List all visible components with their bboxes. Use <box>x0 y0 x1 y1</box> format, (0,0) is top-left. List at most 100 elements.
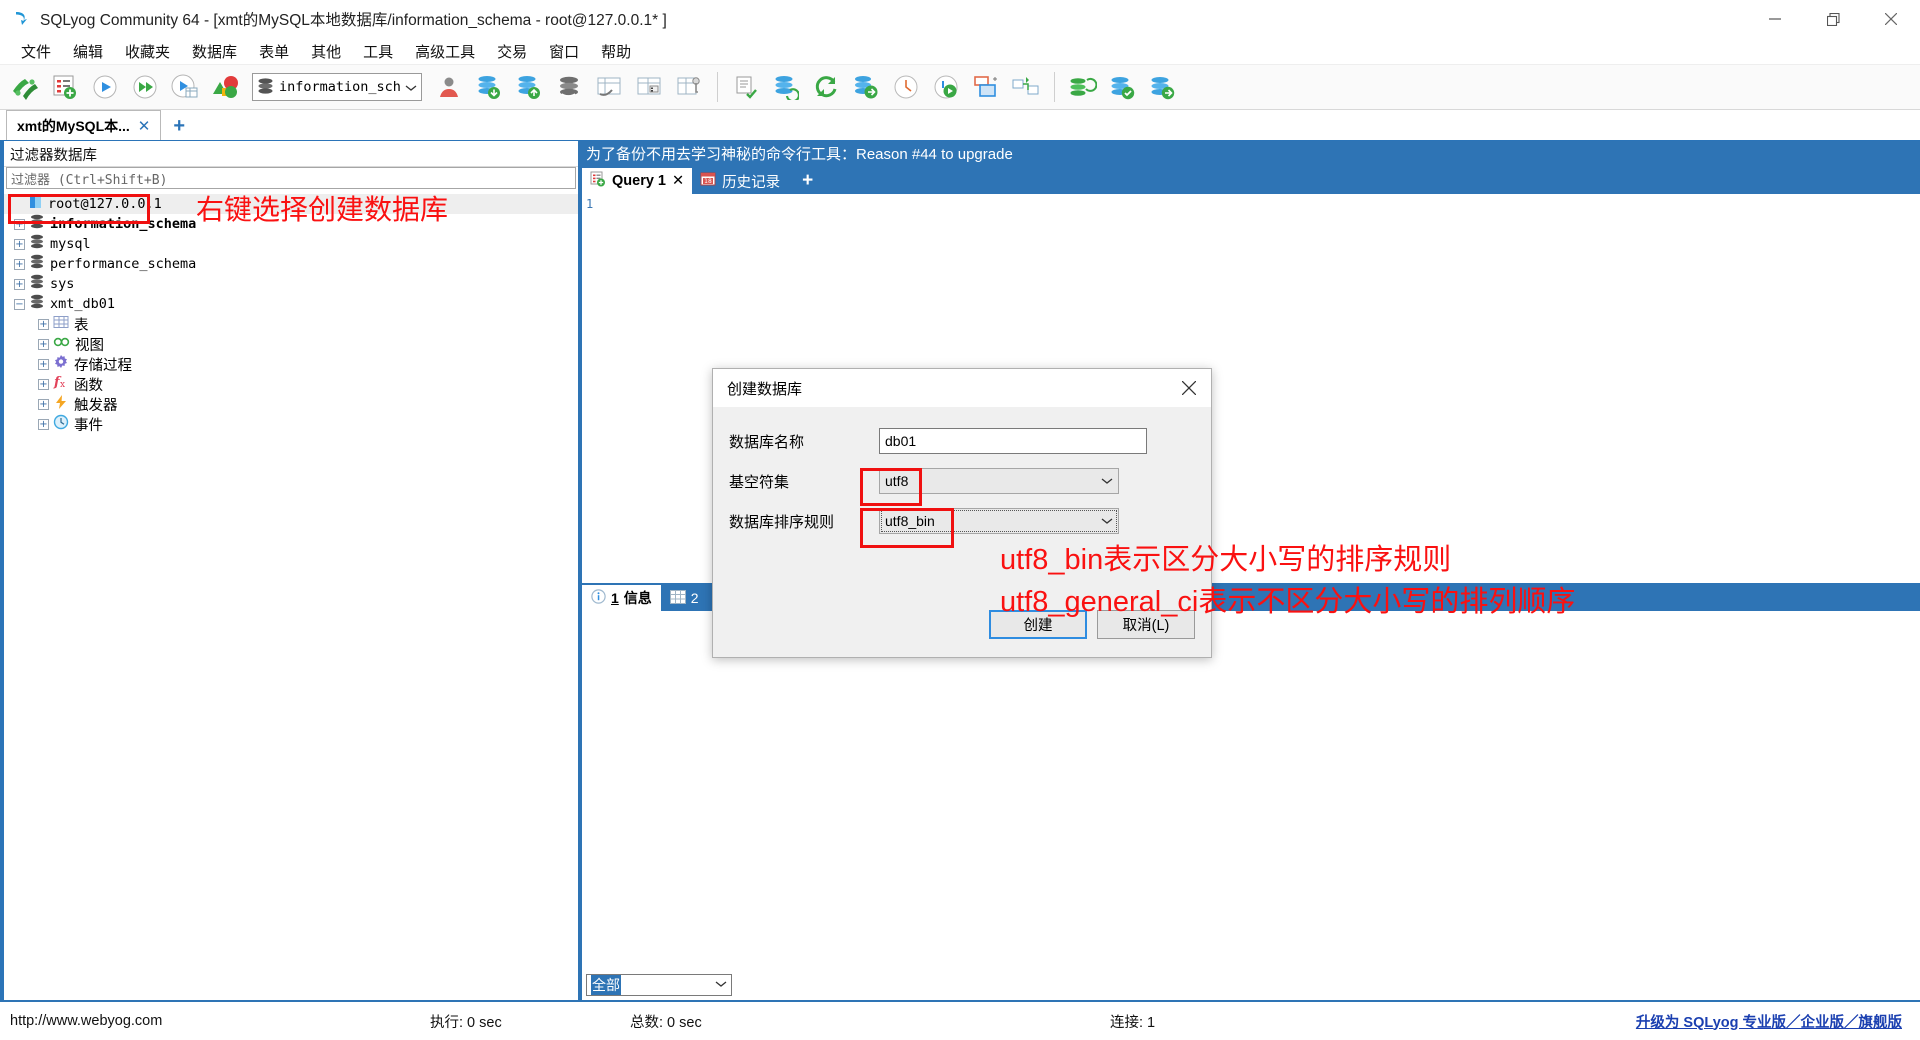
menu-window[interactable]: 窗口 <box>538 39 590 64</box>
close-icon[interactable]: ✕ <box>672 173 684 189</box>
import-external-data-icon[interactable] <box>206 67 244 107</box>
tree-item-xmt-db01[interactable]: − xmt_db01 <box>4 294 578 314</box>
menu-form[interactable]: 表单 <box>248 39 300 64</box>
expander-icon[interactable]: + <box>38 358 49 370</box>
expander-icon[interactable]: − <box>14 298 25 310</box>
query-builder-icon[interactable] <box>727 67 765 107</box>
tree-item-views[interactable]: + 视图 <box>4 334 578 354</box>
expander-icon[interactable]: + <box>38 398 49 410</box>
connection-tab-xmt[interactable]: xmt的MySQL本... ✕ <box>6 110 162 140</box>
execute-all-queries-icon[interactable] <box>126 67 164 107</box>
menu-favorites[interactable]: 收藏夹 <box>114 39 181 64</box>
promo-banner: 为了备份不用去学习神秘的命令行工具：Reason #44 to upgrade <box>578 141 1920 166</box>
expander-icon[interactable]: + <box>14 278 25 290</box>
database-name-value: db01 <box>885 433 917 449</box>
db-check-icon[interactable] <box>1104 67 1142 107</box>
close-button[interactable] <box>1862 0 1920 38</box>
charset-combo[interactable]: utf8 <box>879 468 1119 494</box>
compare-schema-icon[interactable] <box>1007 67 1045 107</box>
expander-icon[interactable]: + <box>14 258 25 270</box>
cancel-button[interactable]: 取消(L) <box>1097 610 1195 639</box>
collation-combo[interactable]: utf8_bin <box>879 508 1119 534</box>
tree-item-events[interactable]: + 事件 <box>4 414 578 434</box>
collation-value: utf8_bin <box>885 513 935 529</box>
tree-item-information-schema[interactable]: + information_schema <box>4 214 578 234</box>
db-sync-icon[interactable] <box>1064 67 1102 107</box>
tree-item-performance-schema[interactable]: + performance_schema <box>4 254 578 274</box>
expander-icon[interactable]: + <box>38 338 49 350</box>
new-query-tab-icon[interactable] <box>46 67 84 107</box>
tab-history[interactable]: 18 历史记录 <box>692 168 788 194</box>
chevron-down-icon <box>715 979 727 991</box>
expander-icon[interactable]: + <box>14 218 25 230</box>
db-icon <box>29 214 45 234</box>
tree-item-connection[interactable]: root@127.0.0.1 <box>4 194 578 214</box>
status-bar: http://www.webyog.com 执行: 0 sec 总数: 0 se… <box>0 1000 1920 1040</box>
menu-transaction[interactable]: 交易 <box>486 39 538 64</box>
menu-tools[interactable]: 工具 <box>352 39 404 64</box>
execute-query-icon[interactable] <box>86 67 124 107</box>
sync-database-icon[interactable] <box>767 67 805 107</box>
migrate-database-icon[interactable] <box>847 67 885 107</box>
db-icon <box>29 254 45 274</box>
tree-item-functions[interactable]: + f x 函数 <box>4 374 578 394</box>
tree-item-stored-procedures[interactable]: + 存储过程 <box>4 354 578 374</box>
form-view-icon[interactable] <box>967 67 1005 107</box>
tree-label: 存储过程 <box>74 357 132 374</box>
filter-input[interactable]: 过滤器 (Ctrl+Shift+B) <box>6 167 576 189</box>
create-button[interactable]: 创建 <box>989 610 1087 639</box>
active-database-combo[interactable]: information_schema <box>252 73 422 101</box>
table-icon <box>53 315 69 334</box>
dialog-close-button[interactable] <box>1167 369 1211 407</box>
tab-messages[interactable]: 1 信息 <box>582 585 661 611</box>
tab-query-1[interactable]: Query 1 ✕ <box>582 168 693 194</box>
tree-item-triggers[interactable]: + 触发器 <box>4 394 578 414</box>
db-icon <box>29 234 45 254</box>
run-job-icon[interactable] <box>927 67 965 107</box>
database-name-input[interactable]: db01 <box>879 428 1147 454</box>
expander-icon[interactable]: + <box>38 318 49 330</box>
dialog-body: 数据库名称 db01 基空符集 utf8 数据库排序规则 utf8_bin 创建… <box>713 407 1211 657</box>
chevron-down-icon <box>1101 514 1113 528</box>
tree-item-tables[interactable]: + 表 <box>4 314 578 334</box>
create-database-dialog: 创建数据库 数据库名称 db01 基空符集 utf8 数据库排序规则 utf8_… <box>712 368 1212 658</box>
new-connection-icon[interactable] <box>6 67 44 107</box>
expander-icon[interactable]: + <box>14 238 25 250</box>
add-query-tab-button[interactable]: + <box>788 170 827 194</box>
tab-label: 信息 <box>623 590 652 606</box>
table-key-icon[interactable] <box>670 67 708 107</box>
add-connection-tab-button[interactable]: + <box>161 115 197 140</box>
close-icon[interactable]: ✕ <box>138 117 151 135</box>
maximize-button[interactable] <box>1804 0 1862 38</box>
table-data-search-icon[interactable] <box>630 67 668 107</box>
db-export-icon[interactable] <box>1144 67 1182 107</box>
upgrade-link[interactable]: 升级为 SQLyog 专业版／企业版／旗舰版 <box>1626 1011 1902 1032</box>
backup-database-icon[interactable] <box>470 67 508 107</box>
menu-file[interactable]: 文件 <box>10 39 62 64</box>
scheduled-job-icon[interactable] <box>887 67 925 107</box>
expander-icon[interactable]: + <box>38 418 49 430</box>
flush-icon[interactable] <box>550 67 588 107</box>
menu-help[interactable]: 帮助 <box>590 39 642 64</box>
tree-item-sys[interactable]: + sys <box>4 274 578 294</box>
menu-powertools[interactable]: 高级工具 <box>404 39 486 64</box>
menu-edit[interactable]: 编辑 <box>62 39 114 64</box>
chevron-down-icon <box>1101 474 1113 488</box>
table-diagnostics-icon[interactable] <box>590 67 628 107</box>
execute-query-to-grid-icon[interactable] <box>166 67 204 107</box>
tree-label: 视图 <box>75 337 104 354</box>
trigger-icon <box>53 394 69 414</box>
tree-item-mysql[interactable]: + mysql <box>4 234 578 254</box>
minimize-button[interactable] <box>1746 0 1804 38</box>
menu-other[interactable]: 其他 <box>300 39 352 64</box>
tree-label: sys <box>50 276 75 292</box>
user-manager-icon[interactable] <box>430 67 468 107</box>
expander-icon[interactable]: + <box>38 378 49 390</box>
status-url[interactable]: http://www.webyog.com <box>0 1013 420 1029</box>
tab-label: Query 1 <box>612 173 666 189</box>
refresh-icon[interactable] <box>807 67 845 107</box>
result-filter-combo[interactable]: 全部 <box>586 974 732 996</box>
menu-database[interactable]: 数据库 <box>181 39 248 64</box>
tab-result-grid[interactable]: 2 <box>661 585 708 611</box>
restore-database-icon[interactable] <box>510 67 548 107</box>
